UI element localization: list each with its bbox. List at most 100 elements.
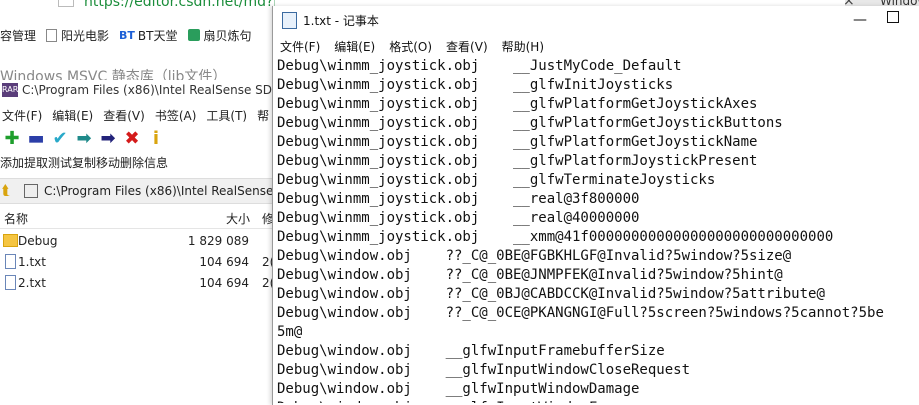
toolbar-button-label: 提取 — [24, 156, 49, 170]
file-row[interactable]: Debug 1 829 089 — [0, 230, 275, 251]
notepad-menu-item[interactable]: 编辑(E) — [334, 38, 375, 55]
toolbar-button-label: 信息 — [144, 156, 169, 170]
copy-arrow-icon: ➡ — [76, 128, 92, 149]
text-line: Debug\winmm_joystick.obj __glfwPlatformG… — [277, 115, 783, 131]
notepad-menu-item[interactable]: 查看(V) — [446, 38, 488, 55]
bookmarks-bar: 容管理 阳光电影 BT BT天堂 扇贝炼句 — [0, 24, 262, 46]
delete-x-icon: ✖ — [124, 128, 140, 149]
toolbar-button-label: 复制 — [72, 156, 97, 170]
text-file-icon — [5, 254, 16, 269]
text-line: Debug\winmm_joystick.obj __JustMyCode_De… — [277, 58, 682, 74]
archive-menu-item[interactable]: 文件(F) — [2, 107, 42, 124]
move-arrow-icon: ➡ — [100, 128, 116, 149]
file-name: 1.txt — [18, 254, 46, 269]
bookmark-label: 阳光电影 — [61, 28, 110, 43]
archive-titlebar: RAR C:\Program Files (x86)\Intel RealSen… — [0, 80, 275, 100]
minus-icon: ▬ — [27, 128, 45, 149]
text-line: Debug\window.obj __glfwInputWindowDamage — [277, 381, 640, 397]
plus-icon: ✚ — [4, 128, 20, 149]
text-line: Debug\winmm_joystick.obj __glfwTerminate… — [277, 172, 716, 188]
shanbay-icon — [187, 29, 200, 41]
text-line: Debug\window.obj __glfwInputWindowFocus — [277, 399, 919, 403]
document-icon — [46, 28, 58, 42]
archive-menu-item[interactable]: 工具(T) — [206, 107, 247, 124]
archive-menubar: 文件(F) 编辑(E) 查看(V) 书签(A) 工具(T) 帮 — [0, 105, 275, 125]
file-name: 2.txt — [18, 275, 46, 290]
file-size: 1 829 089 — [187, 233, 249, 248]
drive-icon — [24, 184, 38, 198]
minimize-icon[interactable]: — — [853, 12, 867, 28]
archive-toolbar: ✚ 添加 ▬ 提取 ✔ 测试 ➡ 复制 ➡ 移动 ✖ 删除 i 信息 — [0, 128, 168, 174]
archive-path-text[interactable]: C:\Program Files (x86)\Intel RealSense — [44, 184, 273, 198]
notepad-titlebar: 1.txt - 记事本 — — [273, 6, 919, 34]
bookmark-item[interactable]: 容管理 — [0, 27, 36, 44]
toolbar-button-label: 删除 — [120, 156, 145, 170]
file-row[interactable]: 2.txt 104 694 2( — [0, 272, 275, 293]
folder-icon — [3, 234, 18, 247]
text-line: Debug\window.obj ??_C@_0BE@FGBKHLGF@Inva… — [277, 248, 792, 264]
column-header-size[interactable]: 大小 — [226, 210, 250, 227]
text-line: Debug\winmm_joystick.obj __glfwPlatformG… — [277, 134, 758, 150]
archive-manager-window: RAR C:\Program Files (x86)\Intel RealSen… — [0, 80, 275, 405]
file-name: Debug — [18, 233, 58, 248]
text-line: Debug\window.obj __glfwInputWindowCloseR… — [277, 362, 691, 378]
text-line: Debug\winmm_joystick.obj __xmm@41f000000… — [277, 229, 834, 245]
maximize-icon[interactable] — [887, 11, 899, 23]
toolbar-button-label: 添加 — [0, 156, 25, 170]
text-line: Debug\winmm_joystick.obj __real@3f800000 — [277, 191, 640, 207]
toolbar-button-label: 测试 — [48, 156, 73, 170]
text-line: Debug\winmm_joystick.obj __glfwPlatformJ… — [277, 153, 758, 169]
file-size: 104 694 — [199, 275, 249, 290]
info-icon: i — [152, 128, 160, 149]
text-line: Debug\winmm_joystick.obj __glfwPlatformG… — [277, 96, 758, 112]
toolbar-button-label: 移动 — [96, 156, 121, 170]
column-header-name[interactable]: 名称 — [4, 210, 28, 227]
notepad-menu-item[interactable]: 帮助(H) — [502, 38, 544, 55]
toolbar-button-delete-x[interactable]: ✖ 删除 — [120, 128, 144, 174]
background-article-title: Windows MSVC 静态库（lib文件） — [0, 69, 227, 80]
bookmark-label: 扇贝炼句 — [203, 28, 252, 43]
toolbar-button-move-arrow[interactable]: ➡ 移动 — [96, 128, 120, 174]
toolbar-button-check[interactable]: ✔ 测试 — [48, 128, 72, 174]
notepad-icon — [282, 11, 297, 29]
page-icon — [58, 0, 74, 7]
archive-menu-item[interactable]: 查看(V) — [103, 107, 145, 124]
file-list-header: 名称 大小 修 — [0, 208, 275, 229]
notepad-menubar: 文件(F) 编辑(E) 格式(O) 查看(V) 帮助(H) — [273, 36, 551, 56]
winrar-logo-icon: RAR — [2, 83, 18, 97]
notepad-menu-item[interactable]: 格式(O) — [389, 38, 432, 55]
toolbar-button-minus[interactable]: ▬ 提取 — [24, 128, 48, 174]
up-folder-icon[interactable]: ⮬ — [2, 184, 18, 198]
text-line: Debug\window.obj ??_C@_0BE@JNMPFEK@Inval… — [277, 267, 783, 283]
text-line: 5m@ — [277, 324, 303, 340]
archive-menu-item[interactable]: 编辑(E) — [52, 107, 93, 124]
toolbar-button-copy-arrow[interactable]: ➡ 复制 — [72, 128, 96, 174]
notepad-window: 1.txt - 记事本 — 文件(F) 编辑(E) 格式(O) 查看(V) 帮助(H) … — [272, 6, 919, 405]
file-row[interactable]: 1.txt 104 694 2( — [0, 251, 275, 272]
bookmark-item[interactable]: BT BT天堂 — [119, 27, 177, 44]
text-file-icon — [5, 275, 16, 290]
file-size: 104 694 — [199, 254, 249, 269]
browser-background: https://editor.csdn.net/md?not_checkout=… — [0, 0, 275, 52]
address-bar-url[interactable]: https://editor.csdn.net/md?not_checkout=… — [84, 0, 275, 10]
bookmark-item[interactable]: 扇贝炼句 — [187, 27, 252, 44]
notepad-text-area[interactable]: Debug\winmm_joystick.obj __JustMyCode_De… — [277, 57, 919, 403]
bt-site-icon: BT — [119, 29, 135, 42]
notepad-window-title: 1.txt - 记事本 — [303, 13, 379, 28]
bookmark-label: 容管理 — [0, 28, 37, 43]
archive-window-title: C:\Program Files (x86)\Intel RealSense S… — [22, 83, 275, 97]
text-line: Debug\window.obj __glfwInputFramebufferS… — [277, 343, 665, 359]
text-line: Debug\winmm_joystick.obj __real@40000000 — [277, 210, 640, 226]
archive-path-bar: ⮬ C:\Program Files (x86)\Intel RealSense — [0, 178, 275, 204]
text-line: Debug\winmm_joystick.obj __glfwInitJoyst… — [277, 77, 674, 93]
archive-menu-item[interactable]: 帮 — [257, 107, 269, 124]
toolbar-button-info[interactable]: i 信息 — [144, 128, 168, 174]
toolbar-button-plus[interactable]: ✚ 添加 — [0, 128, 24, 174]
notepad-menu-item[interactable]: 文件(F) — [280, 38, 320, 55]
text-line: Debug\window.obj ??_C@_0BJ@CABDCCK@Inval… — [277, 286, 825, 302]
bookmark-item[interactable]: 阳光电影 — [46, 27, 109, 44]
bookmark-label: BT天堂 — [137, 28, 178, 43]
archive-menu-item[interactable]: 书签(A) — [155, 107, 197, 124]
text-line: Debug\window.obj ??_C@_0CE@PKANGNGI@Full… — [277, 305, 884, 321]
check-icon: ✔ — [52, 128, 68, 149]
